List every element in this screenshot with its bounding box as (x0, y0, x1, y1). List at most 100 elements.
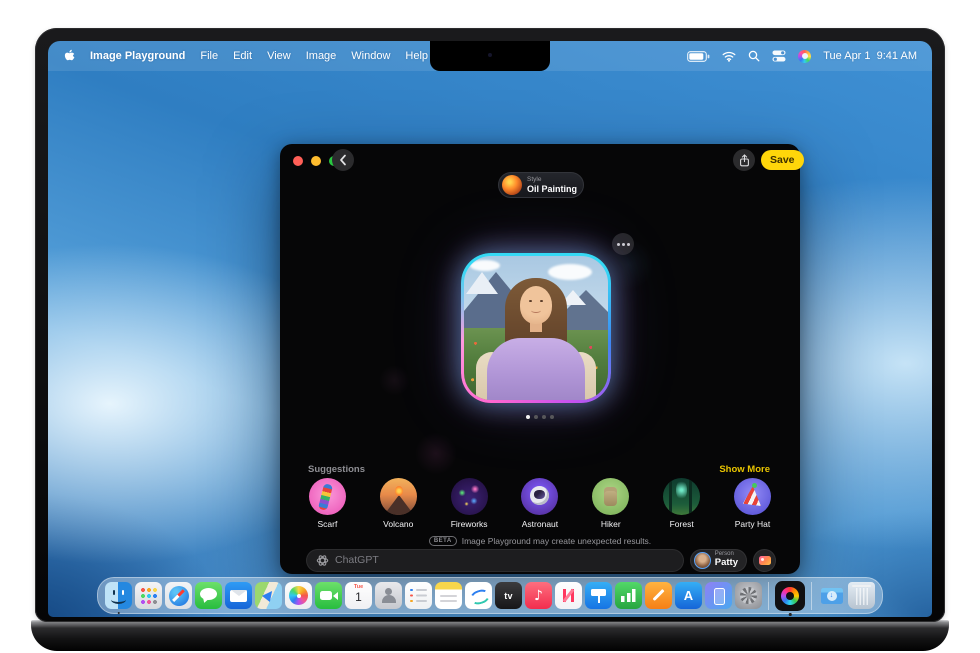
dock-icon-keynote[interactable] (585, 582, 612, 609)
suggestion-volcano[interactable]: Volcano (366, 478, 430, 529)
dock-icon-contacts[interactable] (375, 582, 402, 609)
menu-clock[interactable]: Tue Apr 1 9:41 AM (823, 50, 917, 62)
laptop-base (31, 620, 949, 651)
dock-separator (768, 582, 769, 610)
image-playground-window: Save Style Oil Painting (280, 144, 800, 574)
menu-help[interactable]: Help (405, 50, 428, 62)
apple-logo-icon[interactable] (63, 49, 75, 63)
dock-icon-news[interactable] (555, 582, 582, 609)
menu-file[interactable]: File (200, 50, 218, 62)
dock-icon-maps[interactable] (255, 582, 282, 609)
forest-thumbnail-icon (663, 478, 700, 515)
dock-icon-facetime[interactable] (315, 582, 342, 609)
portrait-eye (529, 300, 532, 302)
page-dot-active[interactable] (526, 415, 530, 419)
suggestion-hiker[interactable]: Hiker (579, 478, 643, 529)
menu-app-name[interactable]: Image Playground (90, 50, 185, 62)
style-value: Oil Painting (527, 184, 577, 194)
share-button[interactable] (733, 149, 755, 171)
image-playground-menu-icon[interactable] (798, 50, 811, 63)
page-dot[interactable] (550, 415, 554, 419)
dock-icon-reminders[interactable] (405, 582, 432, 609)
suggestion-fireworks[interactable]: Fireworks (437, 478, 501, 529)
dock-icon-calendar[interactable]: Tue 1 (345, 582, 372, 609)
generated-image-card[interactable] (461, 253, 611, 403)
camera-dot (488, 53, 492, 57)
close-button[interactable] (293, 156, 303, 166)
photo-icon (759, 556, 771, 565)
menu-bar-left: Image Playground File Edit View Image Wi… (63, 49, 428, 63)
battery-icon[interactable] (687, 51, 710, 62)
portrait-face (520, 286, 552, 324)
chatgpt-icon (316, 554, 329, 567)
dock-icon-trash[interactable] (848, 582, 875, 609)
style-picker-chip[interactable]: Style Oil Painting (498, 172, 584, 198)
dock-icon-pages[interactable] (645, 582, 672, 609)
dock-icon-music[interactable] (525, 582, 552, 609)
desktop-screen: Image Playground File Edit View Image Wi… (48, 41, 932, 617)
menu-image[interactable]: Image (306, 50, 337, 62)
suggestion-label: Forest (670, 519, 694, 529)
photo-library-button[interactable] (753, 549, 776, 572)
dock-icon-finder[interactable] (105, 582, 132, 609)
portrait-sweater (487, 338, 585, 400)
show-more-link[interactable]: Show More (719, 464, 770, 475)
suggestion-label: Scarf (318, 519, 338, 529)
suggestion-forest[interactable]: Forest (650, 478, 714, 529)
search-icon[interactable] (748, 50, 760, 62)
party-hat-thumbnail-icon (734, 478, 771, 515)
menu-edit[interactable]: Edit (233, 50, 252, 62)
suggestion-label: Fireworks (451, 519, 488, 529)
dock-icon-system-settings[interactable] (735, 582, 762, 609)
dock-icon-mail[interactable] (225, 582, 252, 609)
menu-window[interactable]: Window (351, 50, 390, 62)
hiker-thumbnail-icon (592, 478, 629, 515)
dock-icon-tv[interactable]: tv (495, 582, 522, 609)
prompt-input[interactable] (335, 554, 674, 566)
dock-icon-photos[interactable] (285, 582, 312, 609)
person-avatar (694, 552, 711, 569)
calendar-day: 1 (355, 591, 362, 604)
person-chip[interactable]: Person Patty (690, 549, 747, 572)
dock-icon-notes[interactable] (435, 582, 462, 609)
dock-icon-freeform[interactable] (465, 582, 492, 609)
beta-notice-text: Image Playground may create unexpected r… (462, 536, 651, 546)
suggestions-title: Suggestions (308, 464, 365, 475)
dock-icon-launchpad[interactable] (135, 582, 162, 609)
more-options-button[interactable] (612, 233, 634, 255)
page-dot[interactable] (534, 415, 538, 419)
dock-icon-iphone-mirroring[interactable] (705, 582, 732, 609)
wifi-icon[interactable] (722, 51, 736, 62)
page-dot[interactable] (542, 415, 546, 419)
dock-icon-app-store[interactable] (675, 582, 702, 609)
dock-icon-messages[interactable] (195, 582, 222, 609)
save-button[interactable]: Save (761, 150, 804, 170)
dock-icon-image-playground[interactable] (775, 581, 805, 611)
portrait-eye (540, 300, 543, 302)
menu-view[interactable]: View (267, 50, 291, 62)
style-thumbnail-icon (502, 175, 522, 195)
portrait-smile (531, 308, 541, 313)
suggestion-label: Volcano (383, 519, 413, 529)
dock-icon-downloads[interactable] (818, 582, 845, 609)
suggestion-party-hat[interactable]: Party Hat (720, 478, 784, 529)
fireworks-thumbnail-icon (451, 478, 488, 515)
dock-separator (811, 582, 812, 610)
control-center-icon[interactable] (772, 50, 786, 62)
running-indicator (117, 612, 120, 615)
dock-icon-numbers[interactable] (615, 582, 642, 609)
dock-icon-safari[interactable] (165, 582, 192, 609)
style-label: Style (527, 176, 577, 183)
prompt-input-container[interactable] (306, 549, 684, 572)
person-texts: Person Patty (715, 551, 738, 568)
ellipsis-icon (622, 243, 625, 246)
minimize-button[interactable] (311, 156, 321, 166)
suggestion-astronaut[interactable]: Astronaut (508, 478, 572, 529)
scarf-thumbnail-icon (309, 478, 346, 515)
cloud-shape (470, 260, 500, 271)
back-button[interactable] (332, 149, 354, 171)
running-indicator (789, 613, 792, 616)
suggestion-scarf[interactable]: Scarf (295, 478, 359, 529)
cloud-shape (548, 264, 592, 280)
menu-bar-status: Tue Apr 1 9:41 AM (687, 50, 917, 63)
